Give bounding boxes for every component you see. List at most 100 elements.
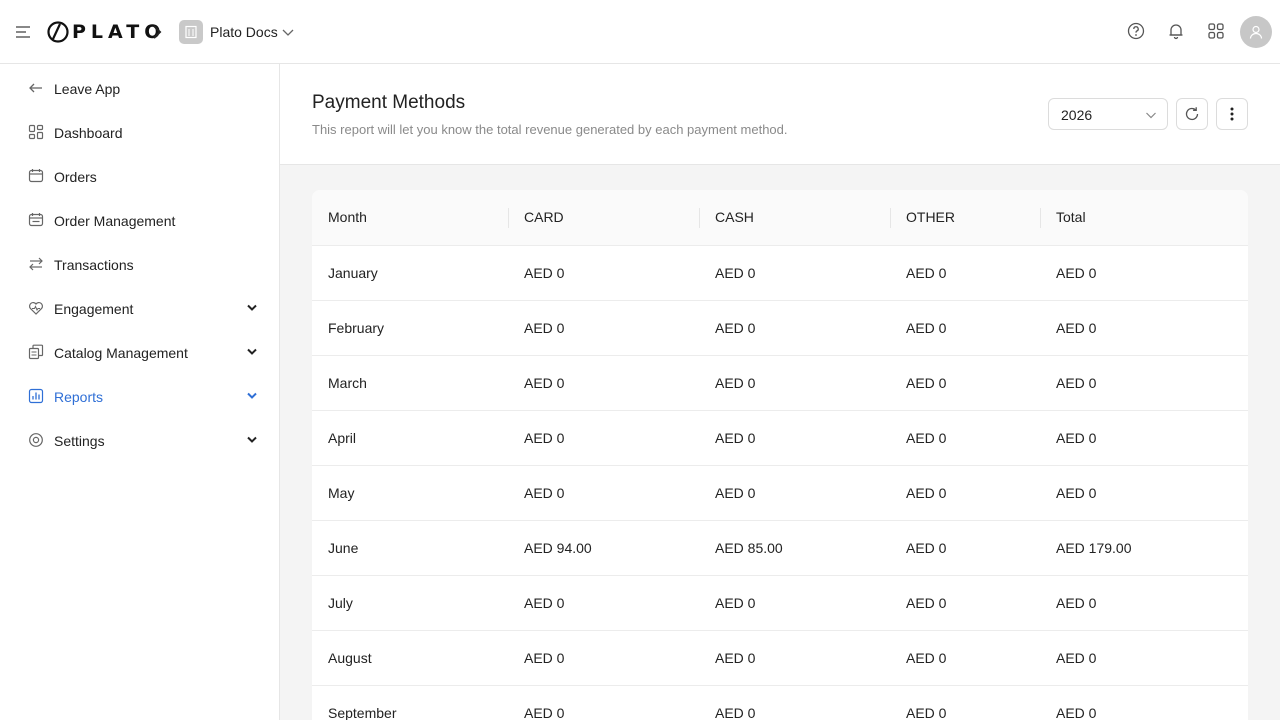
column-header[interactable]: CASH <box>699 190 890 246</box>
table-row: January AED 0 AED 0 AED 0 AED 0 <box>312 245 1248 301</box>
top-bar: PLATO Plato Docs <box>0 0 1280 64</box>
settings-icon <box>29 433 43 447</box>
sidebar-item-settings[interactable]: Settings <box>0 418 279 462</box>
table-row: May AED 0 AED 0 AED 0 AED 0 <box>312 465 1248 521</box>
cell-other: AED 0 <box>890 520 1040 576</box>
report-card: Month CARD CASH OTHER Total January AED … <box>312 190 1248 720</box>
dashboard-icon <box>28 124 44 140</box>
sidebar-item-label: Orders <box>54 169 97 185</box>
sidebar-item-transactions[interactable]: Transactions <box>0 242 279 286</box>
cell-month: September <box>312 685 508 720</box>
sidebar-item-orders[interactable]: Orders <box>0 154 279 198</box>
chevron-down-icon[interactable] <box>246 391 258 401</box>
chevron-down-icon[interactable] <box>246 435 258 445</box>
avatar[interactable] <box>1240 16 1272 48</box>
table-row: July AED 0 AED 0 AED 0 AED 0 <box>312 575 1248 631</box>
year-select-value: 2026 <box>1061 107 1093 123</box>
cell-card: AED 0 <box>508 630 699 686</box>
cell-total: AED 0 <box>1040 245 1248 301</box>
reports-icon <box>28 388 44 404</box>
cell-card: AED 0 <box>508 575 699 631</box>
sidebar-item-leave-app[interactable]: Leave App <box>0 66 279 110</box>
cell-cash: AED 0 <box>699 630 890 686</box>
plato-logo[interactable]: PLATO <box>47 21 165 43</box>
cell-card: AED 0 <box>508 300 699 356</box>
cell-card: AED 94.00 <box>508 520 699 576</box>
cell-other: AED 0 <box>890 465 1040 521</box>
sidebar-item-label: Catalog Management <box>54 345 188 361</box>
sidebar-item-engagement[interactable]: Engagement <box>0 286 279 330</box>
year-select[interactable]: 2026 <box>1048 98 1168 130</box>
cell-month: February <box>312 300 508 356</box>
cell-total: AED 0 <box>1040 355 1248 411</box>
page-title: Payment Methods <box>312 92 466 113</box>
sidebar-item-catalog-management[interactable]: Catalog Management <box>0 330 279 374</box>
refresh-button[interactable] <box>1176 98 1208 130</box>
sidebar-item-label: Transactions <box>54 257 134 273</box>
cell-total: AED 0 <box>1040 685 1248 720</box>
help-icon[interactable] <box>1127 22 1145 40</box>
cell-cash: AED 0 <box>699 355 890 411</box>
building-icon[interactable] <box>179 20 203 44</box>
cell-card: AED 0 <box>508 355 699 411</box>
sidebar-item-reports[interactable]: Reports <box>0 374 279 418</box>
table-row: August AED 0 AED 0 AED 0 AED 0 <box>312 630 1248 686</box>
chevron-right-icon <box>153 25 162 39</box>
column-header[interactable]: Total <box>1040 190 1248 246</box>
page-header: Payment Methods This report will let you… <box>280 64 1280 165</box>
cell-month: August <box>312 630 508 686</box>
sidebar-item-label: Reports <box>54 389 104 405</box>
chevron-down-icon[interactable] <box>246 347 258 357</box>
more-options-button[interactable] <box>1216 98 1248 130</box>
cell-month: May <box>312 465 508 521</box>
cell-other: AED 0 <box>890 630 1040 686</box>
table-row: April AED 0 AED 0 AED 0 AED 0 <box>312 410 1248 466</box>
page-subtitle: This report will let you know the total … <box>312 122 788 137</box>
column-header[interactable]: OTHER <box>890 190 1040 246</box>
chevron-down-icon <box>1146 112 1156 119</box>
arrow-left-icon <box>29 83 42 93</box>
cell-total: AED 0 <box>1040 465 1248 521</box>
chevron-down-icon[interactable] <box>282 26 294 38</box>
main-content: Payment Methods This report will let you… <box>280 64 1280 720</box>
cell-other: AED 0 <box>890 575 1040 631</box>
cell-month: April <box>312 410 508 466</box>
sidebar-item-order-management[interactable]: Order Management <box>0 198 279 242</box>
sidebar: Leave App Dashboard Orders Order Managem… <box>0 64 280 720</box>
cell-cash: AED 0 <box>699 410 890 466</box>
cell-cash: AED 85.00 <box>699 520 890 576</box>
cell-cash: AED 0 <box>699 685 890 720</box>
sidebar-item-label: Leave App <box>54 81 121 97</box>
cell-month: January <box>312 245 508 301</box>
chevron-down-icon[interactable] <box>246 303 258 313</box>
cell-month: July <box>312 575 508 631</box>
cell-card: AED 0 <box>508 410 699 466</box>
cell-cash: AED 0 <box>699 245 890 301</box>
column-header[interactable]: CARD <box>508 190 699 246</box>
refresh-icon <box>1185 107 1199 121</box>
cell-cash: AED 0 <box>699 465 890 521</box>
table-row: September AED 0 AED 0 AED 0 AED 0 <box>312 685 1248 720</box>
sidebar-item-dashboard[interactable]: Dashboard <box>0 110 279 154</box>
menu-icon[interactable] <box>15 25 31 39</box>
workspace-name[interactable]: Plato Docs <box>210 24 278 40</box>
more-vertical-icon <box>1230 107 1234 121</box>
cell-other: AED 0 <box>890 685 1040 720</box>
cell-other: AED 0 <box>890 410 1040 466</box>
cell-card: AED 0 <box>508 465 699 521</box>
sidebar-item-label: Settings <box>54 433 105 449</box>
bell-icon[interactable] <box>1167 22 1185 40</box>
cell-total: AED 0 <box>1040 410 1248 466</box>
cell-cash: AED 0 <box>699 575 890 631</box>
order-management-icon <box>28 213 44 227</box>
column-header[interactable]: Month <box>312 190 508 246</box>
sidebar-item-label: Engagement <box>54 301 134 317</box>
apps-grid-icon[interactable] <box>1207 22 1225 40</box>
logo-mark-icon <box>47 21 69 43</box>
orders-icon <box>28 169 44 183</box>
cell-card: AED 0 <box>508 245 699 301</box>
cell-total: AED 0 <box>1040 300 1248 356</box>
catalog-icon <box>28 344 44 360</box>
sidebar-item-label: Dashboard <box>54 125 123 141</box>
cell-cash: AED 0 <box>699 300 890 356</box>
